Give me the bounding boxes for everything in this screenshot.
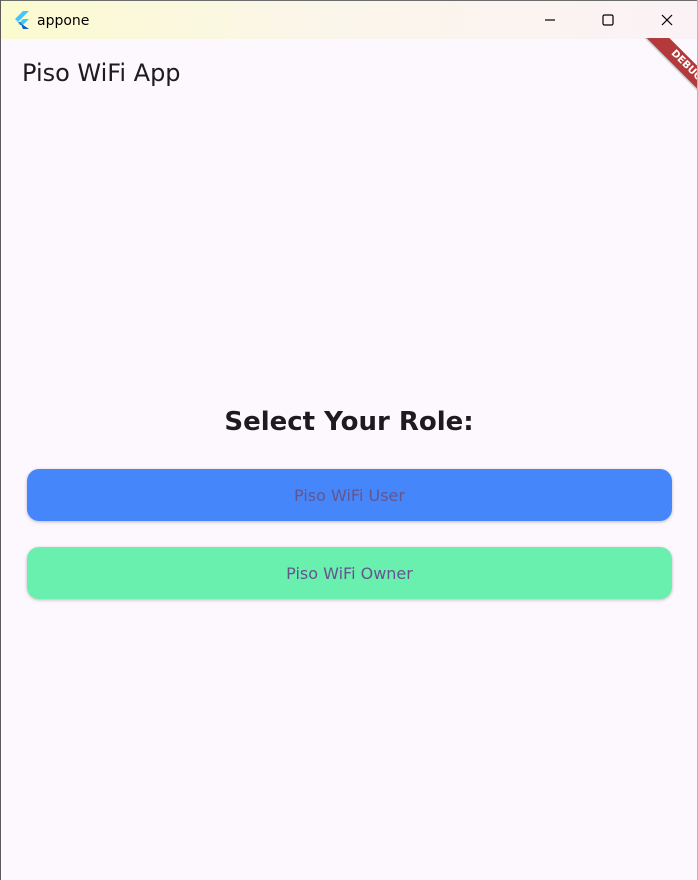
piso-wifi-user-label: Piso WiFi User <box>294 485 405 505</box>
app-bar-title: Piso WiFi App <box>22 59 181 87</box>
window-title: appone <box>37 13 90 29</box>
piso-wifi-user-button[interactable]: Piso WiFi User <box>27 469 672 521</box>
app-content: Piso WiFi App DEBUG Select Your Role: Pi… <box>1 38 697 880</box>
minimize-icon <box>544 11 556 30</box>
close-icon <box>661 11 673 30</box>
maximize-button[interactable] <box>579 1 637 39</box>
window-titlebar[interactable]: appone <box>1 0 697 39</box>
select-role-heading: Select Your Role: <box>224 407 474 437</box>
close-button[interactable] <box>638 1 696 39</box>
maximize-icon <box>602 11 614 30</box>
debug-banner: DEBUG <box>619 38 697 118</box>
debug-banner-label: DEBUG <box>637 38 697 115</box>
app-window: appone Piso WiFi App DEBUG Select Your R… <box>0 0 698 880</box>
piso-wifi-owner-label: Piso WiFi Owner <box>286 563 413 583</box>
minimize-button[interactable] <box>521 1 579 39</box>
flutter-logo-icon <box>12 10 32 30</box>
piso-wifi-owner-button[interactable]: Piso WiFi Owner <box>27 547 672 599</box>
